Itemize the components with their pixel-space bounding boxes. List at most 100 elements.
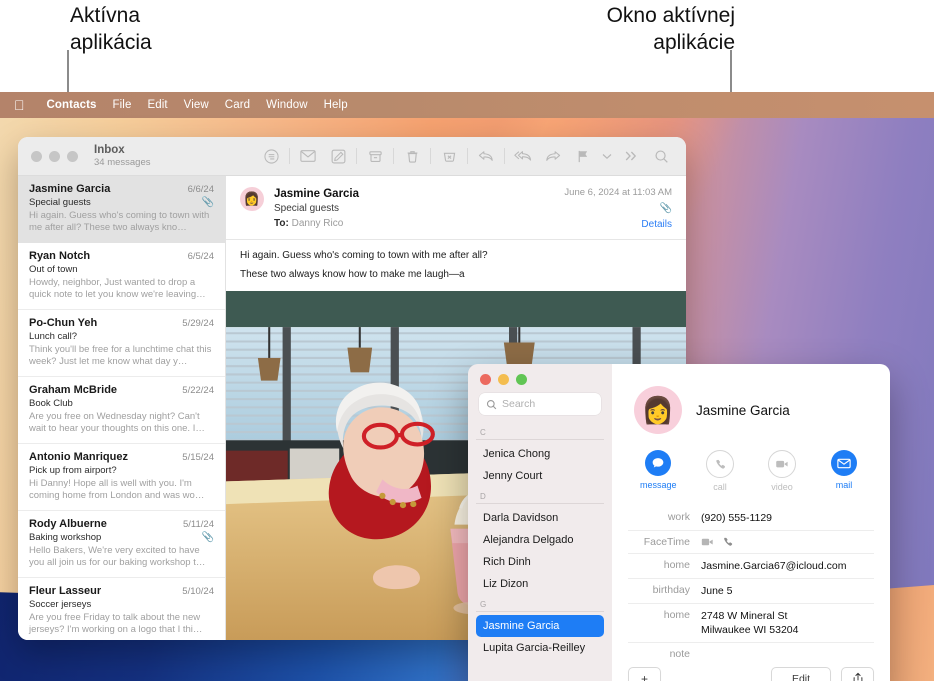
message-sender: Fleur Lasseur (29, 585, 102, 597)
message-date: 6/6/24 (187, 184, 214, 195)
menu-bar[interactable]:  Contacts File Edit View Card Window He… (0, 92, 934, 118)
compose-icon[interactable] (323, 141, 353, 171)
mail-icon (831, 450, 857, 476)
contact-field-row[interactable]: home 2748 W Mineral St Milwaukee WI 5320… (628, 604, 874, 643)
field-label: note (669, 648, 690, 660)
menu-item-window[interactable]: Window (258, 99, 316, 111)
message-list-item[interactable]: Po-Chun Yeh 5/29/24 Lunch call? Think yo… (18, 310, 225, 377)
mail-action-label: mail (835, 480, 853, 490)
message-sender: Rody Albuerne (29, 518, 107, 530)
edit-button[interactable]: Edit (771, 667, 831, 681)
chevron-down-icon[interactable] (598, 141, 616, 171)
contact-avatar[interactable]: 👩 (634, 386, 682, 434)
mail-toolbar[interactable]: Inbox 34 messages (18, 137, 686, 176)
contact-field-row[interactable]: note (628, 643, 874, 665)
message-sender: Ryan Notch (29, 250, 91, 262)
zoom-button[interactable] (67, 150, 78, 162)
menu-item-help[interactable]: Help (316, 99, 356, 111)
minimize-button[interactable] (498, 374, 509, 385)
field-value[interactable]: Jasmine.Garcia67@icloud.com (701, 559, 846, 573)
reply-all-icon[interactable] (508, 141, 538, 171)
message-action-button[interactable]: message (640, 450, 677, 492)
menu-item-file[interactable]: File (105, 99, 140, 111)
contact-list-item[interactable]: Alejandra Delgado (476, 529, 604, 551)
close-button[interactable] (31, 150, 42, 162)
toolbar-separator (356, 148, 357, 164)
contacts-group-header: G (476, 595, 604, 612)
more-icon[interactable] (616, 141, 646, 171)
message-body: Hi again. Guess who's coming to town wit… (226, 240, 686, 296)
contact-list-item[interactable]: Liz Dizon (476, 573, 604, 595)
mail-toolbar-icons[interactable] (256, 137, 676, 175)
message-preview: Hello Bakers, We're very excited to have… (29, 545, 206, 568)
message-sender: Po-Chun Yeh (29, 317, 98, 329)
menu-item-contacts[interactable]: Contacts (39, 99, 105, 111)
zoom-button[interactable] (516, 374, 527, 385)
archive-icon[interactable] (360, 141, 390, 171)
message-list-item[interactable]: Ryan Notch 6/5/24 Out of town Howdy, nei… (18, 243, 225, 310)
message-list-item[interactable]: Fleur Lasseur 5/10/24 Soccer jerseys Are… (18, 578, 225, 640)
call-action-button[interactable]: call (702, 450, 738, 492)
contact-field-row[interactable]: FaceTime (628, 531, 874, 554)
contacts-list[interactable]: C Jenica Chong Jenny Court D Darla David… (468, 423, 612, 681)
menu-item-view[interactable]: View (176, 99, 217, 111)
contact-field-row[interactable]: birthday June 5 (628, 579, 874, 604)
mail-action-button[interactable]: mail (826, 450, 862, 492)
video-action-label: video (771, 482, 793, 492)
reply-icon[interactable] (471, 141, 501, 171)
field-label: home (663, 559, 690, 571)
message-subject-line: Special guests (274, 203, 340, 215)
mailbox-count: 34 messages (94, 156, 151, 168)
field-value[interactable]: June 5 (701, 584, 733, 598)
search-icon[interactable] (646, 141, 676, 171)
contact-field-row[interactable]: work (920) 555-1129 (628, 506, 874, 531)
contacts-window-controls[interactable] (468, 364, 612, 391)
message-date: 6/5/24 (187, 251, 214, 262)
contact-footer[interactable]: + Edit (628, 667, 874, 681)
contacts-sidebar[interactable]: Search C Jenica Chong Jenny Court D Darl… (468, 364, 612, 681)
menu-item-card[interactable]: Card (217, 99, 258, 111)
new-message-icon[interactable] (293, 141, 323, 171)
contact-list-item[interactable]: Rich Dinh (476, 551, 604, 573)
toolbar-separator (430, 148, 431, 164)
video-icon (701, 538, 713, 546)
contact-actions[interactable]: message call video mail (628, 434, 874, 492)
mailbox-name: Inbox (94, 144, 125, 157)
toolbar-separator (504, 148, 505, 164)
message-list-item[interactable]: Jasmine Garcia 6/6/24 Special guests 📎 Hi… (18, 176, 225, 243)
contact-field-row[interactable]: home Jasmine.Garcia67@icloud.com (628, 554, 874, 579)
field-value[interactable]: (920) 555-1129 (701, 511, 772, 525)
message-list-item[interactable]: Graham McBride 5/22/24 Book Club Are you… (18, 377, 225, 444)
contact-list-item[interactable]: Darla Davidson (476, 507, 604, 529)
contact-header: 👩 Jasmine Garcia (628, 364, 874, 434)
filter-icon[interactable] (256, 141, 286, 171)
share-icon (853, 672, 862, 681)
message-sender: Jasmine Garcia (29, 183, 111, 195)
contact-list-item[interactable]: Lupita Garcia-Reilley (476, 637, 604, 659)
contacts-window[interactable]: Search C Jenica Chong Jenny Court D Darl… (468, 364, 890, 681)
contact-list-item[interactable]: Jenny Court (476, 465, 604, 487)
message-list-item[interactable]: Antonio Manriquez 5/15/24 Pick up from a… (18, 444, 225, 511)
junk-icon[interactable] (434, 141, 464, 171)
minimize-button[interactable] (49, 150, 60, 162)
add-field-button[interactable]: + (628, 667, 661, 681)
forward-icon[interactable] (538, 141, 568, 171)
message-list[interactable]: Jasmine Garcia 6/6/24 Special guests 📎 Hi… (18, 176, 226, 640)
flag-icon[interactable] (568, 141, 598, 171)
field-value[interactable]: 2748 W Mineral St Milwaukee WI 53204 (701, 609, 798, 637)
mail-window-controls[interactable] (31, 150, 78, 162)
message-preview: Howdy, neighbor, Just wanted to drop a q… (29, 277, 206, 300)
trash-icon[interactable] (397, 141, 427, 171)
menu-item-edit[interactable]: Edit (139, 99, 175, 111)
close-button[interactable] (480, 374, 491, 385)
search-input[interactable]: Search (479, 393, 601, 415)
share-button[interactable] (841, 667, 874, 681)
apple-icon[interactable]:  (14, 98, 25, 112)
contact-list-item-selected[interactable]: Jasmine Garcia (476, 615, 604, 637)
contact-list-item[interactable]: Jenica Chong (476, 443, 604, 465)
message-list-item[interactable]: Rody Albuerne 5/11/24 Baking workshop 📎 H… (18, 511, 225, 578)
details-link[interactable]: Details (564, 218, 672, 231)
video-action-button[interactable]: video (764, 450, 800, 492)
facetime-icons[interactable] (701, 536, 734, 548)
message-subject: Soccer jerseys (29, 599, 92, 610)
